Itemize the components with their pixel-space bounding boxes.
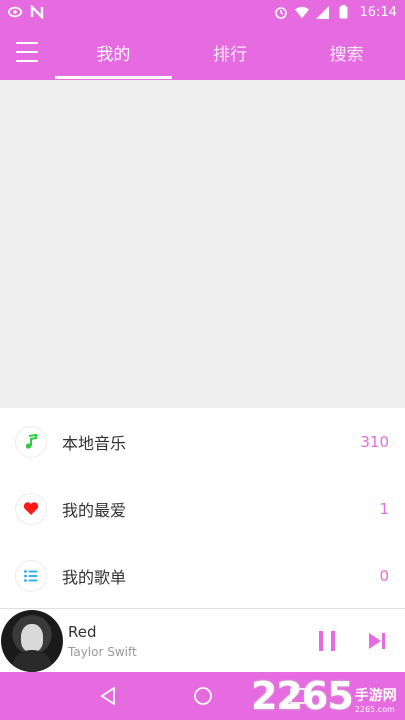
tab-ranking[interactable]: 排行	[172, 24, 289, 80]
list-item-label: 本地音乐	[62, 433, 127, 453]
signal-icon	[316, 5, 330, 19]
list-item-count: 310	[360, 432, 389, 451]
song-artist: Taylor Swift	[68, 644, 137, 659]
now-playing-info: Red Taylor Swift	[68, 623, 137, 659]
list-item-count: 1	[379, 499, 389, 518]
list-item-label: 我的歌单	[62, 567, 127, 587]
song-title: Red	[68, 622, 97, 641]
watermark-text: 手游网	[354, 688, 397, 704]
hamburger-menu-icon[interactable]	[14, 40, 40, 64]
watermark-url: 2265.com	[354, 705, 395, 714]
back-icon[interactable]	[93, 681, 123, 711]
banner-area	[0, 80, 405, 408]
pause-button[interactable]	[309, 623, 345, 659]
tab-search[interactable]: 搜索	[288, 24, 405, 80]
library-list: 本地音乐 310 我的最爱 1 我的歌单 0	[0, 408, 405, 609]
app-bar: 我的 排行 搜索	[0, 24, 405, 80]
home-icon[interactable]	[188, 681, 218, 711]
list-item-playlists[interactable]: 我的歌单 0	[0, 542, 405, 609]
status-bar: 16:14	[0, 0, 405, 24]
music-note-icon	[16, 426, 46, 457]
list-item-local-music[interactable]: 本地音乐 310	[0, 408, 405, 475]
list-item-count: 0	[379, 566, 389, 585]
wifi-icon	[294, 5, 309, 19]
tab-bar: 我的 排行 搜索	[55, 24, 405, 80]
pause-icon	[319, 630, 335, 651]
tab-mine[interactable]: 我的	[55, 24, 172, 80]
skip-next-icon	[369, 632, 385, 649]
skip-next-button[interactable]	[359, 623, 395, 659]
album-art[interactable]	[1, 609, 63, 672]
status-time: 16:14	[359, 4, 397, 20]
cast-icon	[8, 5, 22, 19]
battery-icon	[337, 5, 351, 19]
n-app-icon	[30, 5, 44, 19]
alarm-icon	[274, 5, 288, 19]
watermark-number: 2265	[251, 674, 354, 718]
list-item-favorites[interactable]: 我的最爱 1	[0, 475, 405, 542]
playlist-icon	[16, 560, 46, 591]
watermark-logo: 2265 手游网 2265.com	[251, 668, 401, 718]
mini-player[interactable]: Red Taylor Swift	[0, 608, 405, 672]
heart-icon	[16, 493, 46, 524]
list-item-label: 我的最爱	[62, 500, 127, 520]
